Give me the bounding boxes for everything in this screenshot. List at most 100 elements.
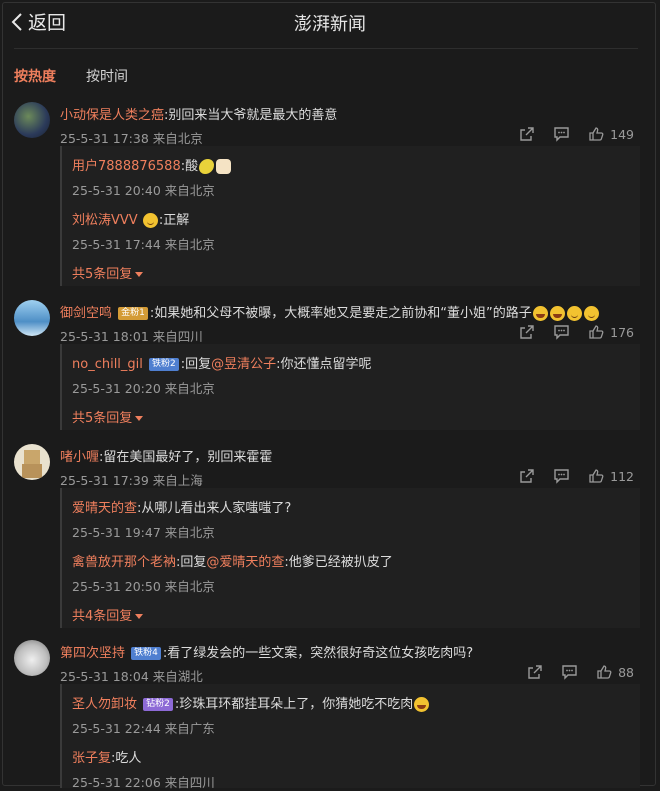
more-replies-button[interactable]: 共5条回复: [72, 263, 143, 282]
mention-link[interactable]: @昱清公子: [211, 357, 276, 372]
like-button[interactable]: 112: [588, 468, 634, 484]
comment-location: 来自湖北: [152, 669, 203, 684]
reply-text: :你还懂点留学呢: [276, 357, 372, 372]
avatar[interactable]: [14, 444, 50, 480]
comment-time: 25-5-31 18:01: [60, 329, 149, 344]
share-icon: [520, 127, 534, 141]
reply-location: 来自北京: [164, 381, 215, 396]
more-replies-button[interactable]: 共4条回复: [72, 605, 143, 624]
reply-location: 来自北京: [164, 237, 215, 252]
like-count: 88: [618, 664, 634, 680]
reply-panel: 用户7888876588:酸 25-5-31 20:40 来自北京 刘松涛VVV…: [60, 146, 640, 286]
thumbs-up-icon: [589, 469, 604, 483]
reply-username[interactable]: no_chill_gil: [72, 357, 143, 372]
reply-username[interactable]: 张子复: [72, 751, 111, 766]
reply-time: 25-5-31 22:06: [72, 775, 161, 790]
thumbs-up-icon: [597, 665, 612, 679]
reply-meta: 25-5-31 20:50 来自北京: [72, 576, 215, 595]
reply-username[interactable]: 禽兽放开那个老衲: [72, 555, 176, 570]
comment-header: 御剑空鸣 金粉1:如果她和父母不被曝，大概率她又是要走之前协和“董小姐”的路子: [60, 302, 600, 321]
reply-header: 爱晴天的查:从哪儿看出来人家嗤嗤了?: [72, 497, 291, 516]
sort-tabs: 按热度 按时间: [14, 66, 128, 86]
like-button[interactable]: 176: [588, 324, 634, 340]
share-button[interactable]: [527, 664, 543, 680]
share-icon: [520, 469, 534, 483]
reply-text: :吃人: [111, 751, 142, 766]
reply-meta: 25-5-31 20:20 来自北京: [72, 378, 215, 397]
reply-time: 25-5-31 20:40: [72, 183, 161, 198]
thumbs-up-icon: [589, 325, 604, 339]
comment-text: :别回来当大爷就是最大的善意: [164, 108, 338, 123]
comment-username[interactable]: 小动保是人类之癌: [60, 108, 164, 123]
reply-meta: 25-5-31 22:06 来自四川: [72, 772, 215, 791]
reply-location: 来自四川: [164, 775, 215, 790]
reply-header: 用户7888876588:酸: [72, 155, 232, 174]
reply-prefix: :回复: [180, 357, 212, 372]
reply-location: 来自北京: [164, 525, 215, 540]
comment-actions: 176: [519, 324, 634, 340]
avatar[interactable]: [14, 300, 50, 336]
reply-location: 来自北京: [164, 183, 215, 198]
reply-panel: no_chill_gil 铁粉2:回复@昱清公子:你还懂点留学呢 25-5-31…: [60, 344, 640, 430]
comment-username[interactable]: 啫小喱: [60, 450, 99, 465]
reply-header: 刘松涛VVV :正解: [72, 209, 189, 228]
tab-sort-hot[interactable]: 按热度: [14, 66, 56, 86]
comment-time: 25-5-31 18:04: [60, 669, 149, 684]
reply-time: 25-5-31 19:47: [72, 525, 161, 540]
smile-emoji-icon: [583, 306, 599, 321]
reply-button[interactable]: [553, 468, 570, 484]
comment-text: :留在美国最好了，别回来霍霍: [99, 450, 273, 465]
reply-prefix: :回复: [176, 555, 207, 570]
reply-username[interactable]: 用户7888876588: [72, 159, 181, 174]
reply-button[interactable]: [553, 126, 570, 142]
avatar[interactable]: [14, 640, 50, 676]
comment-icon: [554, 325, 569, 340]
reply-text: :正解: [158, 213, 190, 228]
laugh-emoji-icon: [532, 306, 548, 321]
reply-text: :他爹已经被扒皮了: [284, 555, 393, 570]
reply-meta: 25-5-31 22:44 来自广东: [72, 718, 215, 737]
comment-time: 25-5-31 17:38: [60, 131, 149, 146]
page-title: 澎湃新闻: [294, 14, 366, 35]
comment-header: 啫小喱:留在美国最好了，别回来霍霍: [60, 446, 272, 465]
reply-username[interactable]: 刘松涛VVV: [72, 213, 138, 228]
mention-link[interactable]: @爱晴天的查: [206, 555, 284, 570]
more-replies-button[interactable]: 共5条回复: [72, 407, 143, 426]
comment-actions: 149: [519, 126, 634, 142]
reply-location: 来自广东: [164, 721, 215, 736]
laugh-emoji-icon: [414, 697, 430, 712]
reply-location: 来自北京: [164, 579, 215, 594]
reply-time: 25-5-31 20:50: [72, 579, 161, 594]
avatar[interactable]: [14, 102, 50, 138]
reply-text: :从哪儿看出来人家嗤嗤了?: [137, 501, 292, 516]
reply-button[interactable]: [561, 664, 578, 680]
comment-username[interactable]: 第四次坚持: [60, 646, 125, 661]
reply-panel: 圣人勿卸妆 钻粉2:珍珠耳环都挂耳朵上了，你猜她吃不吃肉 25-5-31 22:…: [60, 684, 640, 791]
fan-badge: 铁粉2: [149, 358, 179, 371]
share-button[interactable]: [519, 324, 535, 340]
comment-meta: 25-5-31 18:04 来自湖北: [60, 666, 203, 685]
share-button[interactable]: [519, 126, 535, 142]
reply-meta: 25-5-31 17:44 来自北京: [72, 234, 215, 253]
tab-sort-time[interactable]: 按时间: [86, 66, 128, 86]
reply-username[interactable]: 爱晴天的查: [72, 501, 137, 516]
reply-text: :珍珠耳环都挂耳朵上了，你猜她吃不吃肉: [174, 697, 414, 712]
comment-icon: [554, 469, 569, 484]
comment-header: 小动保是人类之癌:别回来当大爷就是最大的善意: [60, 104, 337, 123]
smile-emoji-icon: [142, 213, 158, 228]
thumbs-up-icon: [589, 127, 604, 141]
comment-location: 来自上海: [152, 473, 203, 488]
share-button[interactable]: [519, 468, 535, 484]
reply-time: 25-5-31 17:44: [72, 237, 161, 252]
reply-username[interactable]: 圣人勿卸妆: [72, 697, 137, 712]
comment-text: :看了绿发会的一些文案，突然很好奇这位女孩吃肉吗?: [162, 646, 474, 661]
like-button[interactable]: 88: [596, 664, 634, 680]
comment-username[interactable]: 御剑空鸣: [60, 306, 112, 321]
reply-meta: 25-5-31 19:47 来自北京: [72, 522, 215, 541]
comment-location: 来自四川: [152, 329, 203, 344]
fan-badge: 钻粉2: [143, 698, 173, 711]
like-button[interactable]: 149: [588, 126, 634, 142]
reply-header: 禽兽放开那个老衲:回复@爱晴天的查:他爹已经被扒皮了: [72, 551, 393, 570]
reply-button[interactable]: [553, 324, 570, 340]
reply-header: no_chill_gil 铁粉2:回复@昱清公子:你还懂点留学呢: [72, 353, 372, 372]
